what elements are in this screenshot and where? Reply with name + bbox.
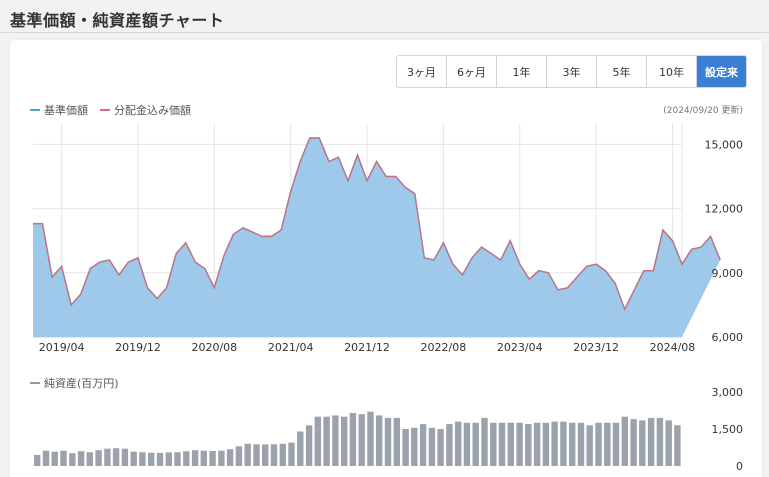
assets-legend: 純資産(百万円) — [30, 375, 119, 391]
page-title: 基準価額・純資産額チャート — [10, 11, 225, 30]
legend-label-nav: 基準価額 — [44, 104, 88, 117]
legend-item-dist[interactable]: 分配金込み価額 — [100, 102, 191, 118]
title-divider — [0, 32, 769, 33]
range-10y-button[interactable]: 10年 — [647, 56, 697, 87]
legend-swatch-assets — [30, 382, 40, 384]
range-3y-button[interactable]: 3年 — [547, 56, 597, 87]
legend-label-assets: 純資産(百万円) — [44, 377, 119, 390]
legend-item-nav[interactable]: 基準価額 — [30, 102, 88, 118]
legend-label-dist: 分配金込み価額 — [114, 104, 191, 117]
range-1y-button[interactable]: 1年 — [497, 56, 547, 87]
price-legend: 基準価額 分配金込み価額 — [30, 102, 203, 118]
updated-date: (2024/09/20 更新) — [663, 106, 743, 116]
legend-swatch-nav — [30, 109, 40, 111]
legend-swatch-dist — [100, 109, 110, 111]
range-6m-button[interactable]: 6ヶ月 — [447, 56, 497, 87]
range-3m-button[interactable]: 3ヶ月 — [397, 56, 447, 87]
range-selector: 3ヶ月 6ヶ月 1年 3年 5年 10年 設定来 — [396, 55, 747, 88]
range-since-inception-button[interactable]: 設定来 — [697, 56, 746, 87]
range-5y-button[interactable]: 5年 — [597, 56, 647, 87]
